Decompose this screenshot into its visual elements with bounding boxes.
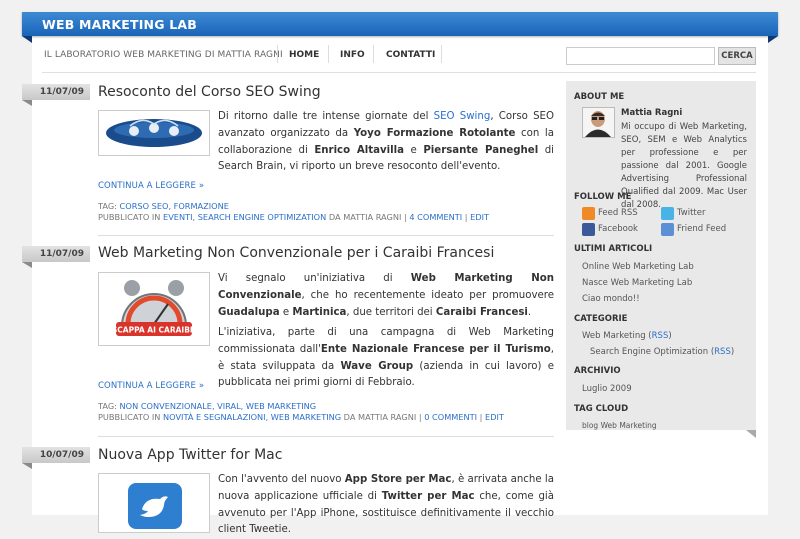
recent-posts-heading: ULTIMI ARTICOLI [574,244,653,254]
post-tags-link[interactable]: NON CONVENZIONALE, VIRAL, WEB MARKETING [120,401,317,411]
category-rss-link[interactable]: RSS [714,347,731,357]
continue-reading-link[interactable]: CONTINUA A LEGGERE » [98,381,204,391]
comments-link[interactable]: 0 COMMENTI [424,412,477,422]
post-tags-link[interactable]: CORSO SEO, FORMAZIONE [120,201,229,211]
profile-photo-image [583,108,614,137]
friendfeed-icon [661,223,674,236]
post-excerpt: Con l'avvento del nuovo App Store per Ma… [218,474,554,536]
about-me-heading: ABOUT ME [574,92,625,102]
recent-post-link[interactable]: Online Web Marketing Lab [582,262,694,272]
post-thumbnail[interactable] [98,473,210,533]
post-date: 11/07/09 [22,84,90,106]
post-title[interactable]: Resoconto del Corso SEO Swing [98,84,321,100]
search-input[interactable] [566,47,715,65]
archive-heading: ARCHIVIO [574,366,621,376]
post-title[interactable]: Nuova App Twitter for Mac [98,447,282,463]
author-name: Mattia Ragni [621,108,683,118]
rss-icon [582,207,595,220]
search-button[interactable]: CERCA [718,47,756,65]
author-bio: Mi occupo di Web Marketing, SEO, SEM e W… [621,122,747,210]
post-excerpt: Vi segnalo un'iniziativa di Web Marketin… [218,273,554,318]
twitter-app-icon-image [102,477,206,529]
continue-reading-link[interactable]: CONTINUA A LEGGERE » [98,181,204,191]
category-link[interactable]: Search Engine Optimization [590,347,708,357]
header-bar: WEB MARKETING LAB [22,12,778,43]
post-date: 10/07/09 [22,447,90,469]
category-item: Search Engine Optimization (RSS) [590,347,735,357]
category-rss-link[interactable]: RSS [652,331,669,341]
nav-home[interactable]: HOME [289,50,319,60]
post-divider [98,235,554,236]
post-title[interactable]: Web Marketing Non Convenzionale per i Ca… [98,245,494,261]
edit-link[interactable]: EDIT [470,212,489,222]
post-date: 11/07/09 [22,246,90,268]
post-thumbnail[interactable] [98,110,210,156]
categories-heading: CATEGORIE [574,314,628,324]
tag-cloud-links[interactable]: blog Web Marketing [582,421,657,430]
nav-separator [328,45,329,63]
post-divider [98,436,554,437]
category-link[interactable]: Web Marketing [582,331,646,341]
nav-separator [373,45,374,63]
archive-link[interactable]: Luglio 2009 [582,384,632,394]
recent-post-link[interactable]: Nasce Web Marketing Lab [582,278,692,288]
twitter-link[interactable]: Twitter [677,208,706,218]
feed-rss-link[interactable]: Feed RSS [598,208,638,218]
edit-link[interactable]: EDIT [485,412,504,422]
site-tagline: IL LABORATORIO WEB MARKETING DI MATTIA R… [44,50,283,60]
nav-info[interactable]: INFO [340,50,365,60]
facebook-icon [582,223,595,236]
tag-cloud-heading: TAG CLOUD [574,404,629,414]
twitter-icon [661,207,674,220]
nav-divider [42,72,756,73]
facebook-link[interactable]: Facebook [598,224,638,234]
post-categories-link[interactable]: EVENTI, SEARCH ENGINE OPTIMIZATION [163,212,326,222]
seo-swing-logo-image [102,114,206,152]
follow-me-heading: FOLLOW ME [574,192,632,202]
post-categories-link[interactable]: NOVITÀ E SEGNALAZIONI, WEB MARKETING [163,412,341,422]
post-meta: TAG: CORSO SEO, FORMAZIONE PUBBLICATO IN… [98,201,490,222]
site-title[interactable]: WEB MARKETING LAB [42,17,197,32]
seo-swing-link[interactable]: SEO Swing [434,111,491,122]
category-item: Web Marketing (RSS) [582,331,672,341]
avatar [582,107,615,138]
post-excerpt: Di ritorno dalle tre intense giornate de… [218,111,554,173]
nav-separator [441,45,442,63]
nav-contatti[interactable]: CONTATTI [386,50,435,60]
nav-separator [277,45,278,63]
comments-link[interactable]: 4 COMMENTI [409,212,462,222]
friend-feed-link[interactable]: Friend Feed [677,224,726,234]
post-meta: TAG: NON CONVENZIONALE, VIRAL, WEB MARKE… [98,401,504,422]
recent-post-link[interactable]: Ciao mondo!! [582,294,640,304]
